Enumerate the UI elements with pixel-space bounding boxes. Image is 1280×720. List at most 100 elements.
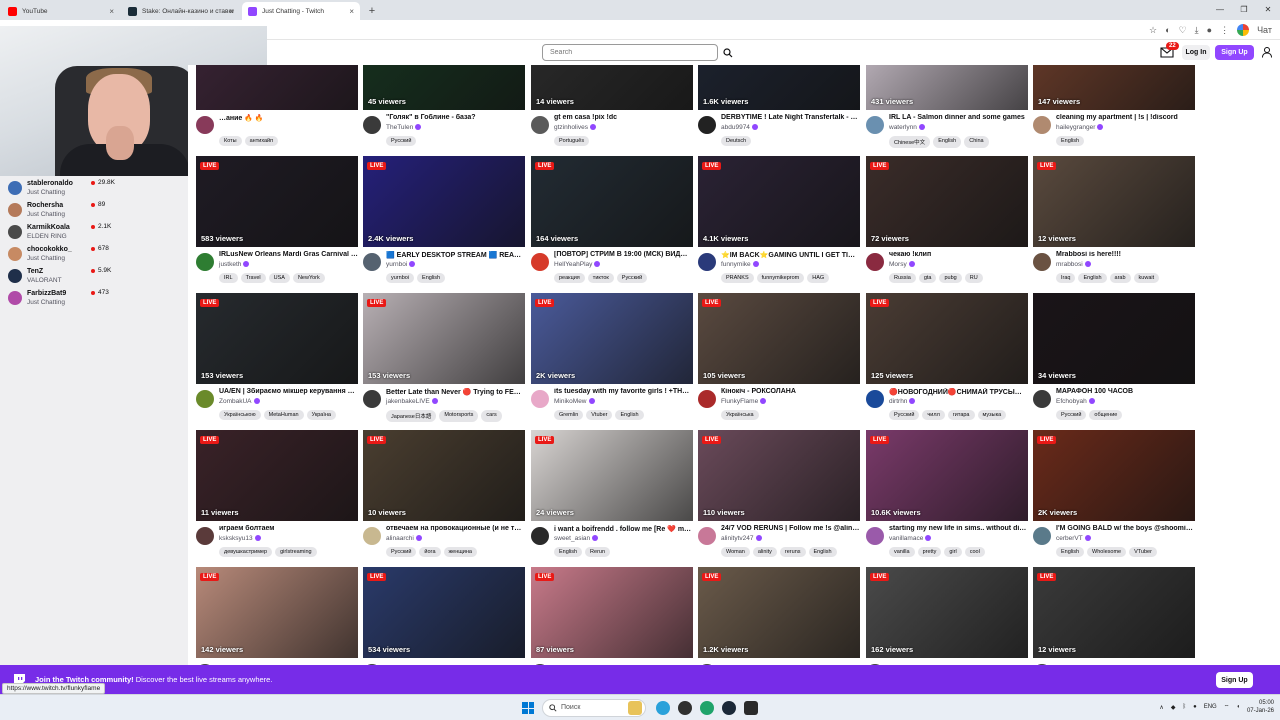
tag-chip[interactable]: музыка bbox=[977, 410, 1007, 420]
stream-card[interactable]: LIVE 125 viewers 🔴НОВОГОДНИЙ🔴СНИМАЙ ТРУСЫ…… bbox=[866, 293, 1028, 423]
close-tab-icon[interactable]: × bbox=[229, 7, 234, 16]
stream-title[interactable]: 🔴НОВОГОДНИЙ🔴СНИМАЙ ТРУСЫ… bbox=[889, 388, 1028, 396]
stream-thumbnail[interactable]: 1.6K viewers bbox=[698, 65, 860, 110]
close-tab-icon[interactable]: × bbox=[349, 7, 354, 16]
sidebar-channel[interactable]: Rochersha Just Chatting 89 bbox=[0, 200, 188, 222]
avatar[interactable] bbox=[1033, 390, 1051, 408]
tag-chip[interactable]: English bbox=[554, 547, 583, 557]
stream-title[interactable]: gt em casa !pix !dc bbox=[554, 114, 693, 121]
browser-tab[interactable]: Stake: Онлайн-казино и ставки н…× bbox=[122, 2, 240, 20]
channel-name[interactable]: jakenbakeLIVE bbox=[386, 398, 438, 405]
tag-chip[interactable]: Україна bbox=[306, 410, 336, 420]
tag-chip[interactable]: Rerun bbox=[585, 547, 611, 557]
tag-chip[interactable]: funnymikeprom bbox=[756, 273, 805, 283]
tag-chip[interactable]: cars bbox=[481, 410, 502, 422]
stream-card[interactable]: 45 viewers "Голяк" в Гоблине - база? TheTu… bbox=[363, 65, 525, 149]
avatar[interactable] bbox=[363, 527, 381, 545]
tag-chip[interactable]: антихайп bbox=[244, 136, 279, 146]
tag-chip[interactable]: HAG bbox=[807, 273, 830, 283]
tag-chip[interactable]: Iraq bbox=[1056, 273, 1076, 283]
stream-card[interactable]: LIVE 4.1K viewers ⭐IM BACK⭐GAMING UNTIL I … bbox=[698, 156, 860, 286]
stream-card[interactable]: LIVE 10 viewers отвечаем на провокационные… bbox=[363, 430, 525, 560]
stream-thumbnail[interactable]: LIVE 4.1K viewers bbox=[698, 156, 860, 247]
stream-thumbnail[interactable]: LIVE 105 viewers bbox=[698, 293, 860, 384]
tag-chip[interactable]: девушкастример bbox=[219, 547, 273, 557]
tag-chip[interactable]: IRL bbox=[219, 273, 238, 283]
avatar[interactable] bbox=[196, 116, 214, 134]
avatar[interactable] bbox=[531, 390, 549, 408]
telegram-app-icon[interactable] bbox=[656, 701, 670, 715]
avatar[interactable] bbox=[698, 527, 716, 545]
stream-thumbnail[interactable]: LIVE 72 viewers bbox=[866, 156, 1028, 247]
tag-chip[interactable]: girlstreaming bbox=[275, 547, 317, 557]
stream-thumbnail[interactable]: LIVE 2.4K viewers bbox=[363, 156, 525, 247]
user-icon[interactable] bbox=[1262, 47, 1272, 58]
channel-name[interactable]: alinitytv247 bbox=[721, 535, 762, 542]
tag-chip[interactable]: alinity bbox=[752, 547, 777, 557]
tag-chip[interactable]: Русский bbox=[616, 273, 648, 283]
channel-name[interactable]: abdu9974 bbox=[721, 124, 758, 131]
tag-chip[interactable]: vanilla bbox=[889, 547, 915, 557]
channel-name[interactable]: ZombakUA bbox=[219, 398, 260, 405]
tag-chip[interactable]: Motorsports bbox=[439, 410, 479, 422]
tag-chip[interactable]: реакция bbox=[554, 273, 585, 283]
stream-title[interactable]: UA/EN | Збираємо мікшер керування … bbox=[219, 388, 358, 395]
stream-title[interactable]: I'M GOING BALD w/ the boys @shoomi… bbox=[1056, 525, 1195, 532]
tag-chip[interactable]: China bbox=[964, 136, 989, 148]
stream-title[interactable]: 24/7 VOD RERUNS | Follow me !s @alini… bbox=[721, 525, 860, 532]
channel-name[interactable]: sweet_asian bbox=[554, 535, 599, 542]
tag-chip[interactable]: RU bbox=[964, 273, 983, 283]
avatar[interactable] bbox=[531, 253, 549, 271]
avatar[interactable] bbox=[1033, 116, 1051, 134]
avatar[interactable] bbox=[531, 116, 549, 134]
stream-card[interactable]: LIVE 583 viewers IRLusNew Orleans Mardi Gr… bbox=[196, 156, 358, 286]
avatar[interactable] bbox=[1033, 253, 1051, 271]
avatar[interactable] bbox=[698, 253, 716, 271]
channel-name[interactable]: alinaarchi bbox=[386, 535, 422, 542]
stream-title[interactable]: IRL LA - Salmon dinner and some games bbox=[889, 114, 1028, 121]
channel-name[interactable]: gtzinholives bbox=[554, 124, 596, 131]
stream-thumbnail[interactable]: LIVE 12 viewers bbox=[1033, 156, 1195, 247]
tag-chip[interactable]: cool bbox=[964, 547, 985, 557]
clock[interactable]: 05:00 07-Jan-26 bbox=[1247, 699, 1274, 715]
stream-card[interactable]: LIVE 12 viewers bbox=[1033, 567, 1195, 665]
avatar[interactable] bbox=[866, 390, 884, 408]
channel-name[interactable]: yurnboi bbox=[386, 261, 416, 268]
bluetooth-icon[interactable]: ᛒ bbox=[1182, 704, 1186, 710]
stream-thumbnail[interactable] bbox=[196, 65, 358, 110]
tag-chip[interactable]: reruns bbox=[779, 547, 806, 557]
stream-card[interactable]: LIVE 153 viewers Better Late than Never 🔴 … bbox=[363, 293, 525, 423]
stream-thumbnail[interactable]: LIVE 534 viewers bbox=[363, 567, 525, 658]
stream-title[interactable]: …ание 🔥 🔥 bbox=[219, 114, 358, 122]
volume-icon[interactable]: ◖ bbox=[1236, 704, 1240, 710]
steam-app-icon[interactable] bbox=[722, 701, 736, 715]
tag-chip[interactable]: Русский bbox=[1056, 410, 1087, 420]
tag-chip[interactable]: English bbox=[808, 547, 837, 557]
stream-title[interactable]: отвечаем на провокационные (и не т… bbox=[386, 525, 525, 532]
stream-card[interactable]: LIVE 2K viewers I'M GOING BALD w/ the boys… bbox=[1033, 430, 1195, 560]
stream-card[interactable]: LIVE 1.2K viewers bbox=[698, 567, 860, 665]
banner-signup-button[interactable]: Sign Up bbox=[1216, 672, 1253, 688]
avatar[interactable] bbox=[866, 527, 884, 545]
channel-name[interactable]: FlunkyFlame bbox=[721, 398, 767, 405]
channel-name[interactable]: dirtrhn bbox=[889, 398, 916, 405]
tag-chip[interactable]: Travel bbox=[240, 273, 266, 283]
stream-thumbnail[interactable]: LIVE 10 viewers bbox=[363, 430, 525, 521]
stream-card[interactable]: …ание 🔥 🔥 Коты антихайп bbox=[196, 65, 358, 149]
stream-title[interactable]: 🟦 EARLY DESKTOP STREAM 🟦 REAC… bbox=[386, 251, 525, 259]
stream-thumbnail[interactable]: 34 viewers bbox=[1033, 293, 1195, 384]
stream-card[interactable]: 431 viewers IRL LA - Salmon dinner and so… bbox=[866, 65, 1028, 149]
stream-title[interactable]: [ПОВТОР] СТРИМ В 19:00 (МСК) ВИД… bbox=[554, 251, 693, 258]
stream-title[interactable]: Better Late than Never 🔴 Trying to FE… bbox=[386, 388, 525, 396]
avatar[interactable] bbox=[866, 253, 884, 271]
tag-chip[interactable]: Português bbox=[554, 136, 590, 146]
download-icon[interactable]: ⤓ bbox=[1195, 25, 1199, 36]
browser-tab[interactable]: Just Chatting - Twitch × bbox=[242, 2, 360, 20]
tag-chip[interactable]: Українською bbox=[219, 410, 261, 420]
avatar[interactable] bbox=[363, 390, 381, 408]
tag-chip[interactable]: English bbox=[933, 136, 962, 148]
tag-chip[interactable]: Русский bbox=[386, 136, 417, 146]
channel-name[interactable]: HellYeahPlay bbox=[554, 261, 601, 268]
tag-chip[interactable]: kuwait bbox=[1133, 273, 1160, 283]
stream-thumbnail[interactable]: LIVE 110 viewers bbox=[698, 430, 860, 521]
